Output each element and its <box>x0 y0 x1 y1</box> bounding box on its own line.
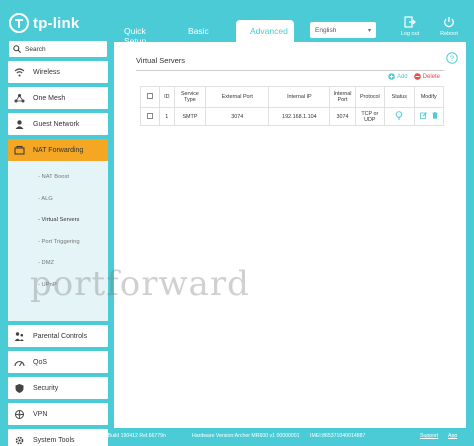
select-all-checkbox[interactable] <box>146 93 153 99</box>
cell-protocol: TCP or UDP <box>354 107 386 126</box>
column-header-status: Status <box>384 86 415 108</box>
sidebar-item-wireless[interactable]: Wireless <box>8 61 108 83</box>
sidebar-item-label: NAT Forwarding <box>33 146 84 154</box>
language-select[interactable]: English ▾ <box>310 22 376 38</box>
row-select-cell <box>140 107 160 126</box>
security-shield-icon <box>15 383 24 393</box>
delete-label: Delete <box>422 73 440 80</box>
app-link[interactable]: App <box>448 433 457 439</box>
sidebar: Search Wireless One Mesh Guest Network N… <box>6 36 110 446</box>
search-input[interactable]: Search <box>8 40 108 58</box>
section-title: Virtual Servers <box>136 56 186 65</box>
tp-link-logo: tp-link <box>8 12 79 34</box>
qos-icon <box>14 360 25 366</box>
nat-forwarding-icon <box>14 145 25 154</box>
edit-icon[interactable] <box>420 112 427 119</box>
column-header-id: ID <box>158 86 175 108</box>
brand-name: tp-link <box>33 14 80 32</box>
submenu-item-virtual-servers[interactable]: - Virtual Servers <box>8 210 108 232</box>
sidebar-item-one-mesh[interactable]: One Mesh <box>8 87 108 109</box>
logout-label: Log out <box>400 31 420 37</box>
submenu-item-dmz[interactable]: - DMZ <box>8 253 108 275</box>
language-value: English <box>315 26 337 34</box>
sidebar-item-label: QoS <box>33 358 48 366</box>
nat-forwarding-submenu: - NAT Boost - ALG - Virtual Servers - Po… <box>8 161 108 321</box>
reboot-button[interactable]: Reboot <box>430 16 468 37</box>
vpn-icon <box>15 409 24 419</box>
table-actions: Add Delete <box>388 73 440 80</box>
cell-internal-ip: 192.168.1.104 <box>268 107 331 126</box>
imei: IMEI:865371040014887 <box>310 433 366 439</box>
sidebar-item-label: Guest Network <box>33 120 80 128</box>
table-row: 1 SMTP 3074 192.168.1.104 3074 TCP or UD… <box>140 107 445 126</box>
virtual-servers-table: ID Service Type External Port Internal I… <box>140 86 445 126</box>
sidebar-item-label: Parental Controls <box>33 332 88 340</box>
add-label: Add <box>396 73 408 80</box>
wifi-icon <box>14 67 25 76</box>
reboot-label: Reboot <box>440 31 458 37</box>
firmware-version: Firmware Version:1.0.0 0.9.1 v0001.0 Bui… <box>20 433 166 439</box>
logout-button[interactable]: Log out <box>391 16 429 37</box>
sidebar-item-nat-forwarding[interactable]: NAT Forwarding <box>8 139 108 161</box>
mesh-icon <box>14 93 25 102</box>
add-button[interactable]: Add <box>388 73 408 80</box>
column-header-service-type: Service Type <box>173 86 207 108</box>
tab-quick-setup[interactable]: Quick Setup <box>114 20 178 46</box>
reboot-icon <box>444 17 454 28</box>
trash-icon[interactable] <box>431 112 438 119</box>
row-checkbox[interactable] <box>146 112 153 119</box>
column-header-modify: Modify <box>413 86 445 108</box>
submenu-item-alg[interactable]: - ALG <box>8 189 108 211</box>
sidebar-item-vpn[interactable]: VPN <box>8 403 108 425</box>
footer: Firmware Version:1.0.0 0.9.1 v0001.0 Bui… <box>6 430 468 442</box>
column-header-internal-port: Internal Port <box>329 86 356 108</box>
submenu-item-upnp[interactable]: - UPnP <box>8 275 108 297</box>
parental-controls-icon <box>14 331 24 341</box>
tp-link-logo-icon <box>9 13 29 33</box>
support-link[interactable]: Support <box>420 433 438 439</box>
search-icon <box>13 45 21 53</box>
guest-network-icon <box>15 119 24 129</box>
sidebar-item-label: Security <box>33 384 59 392</box>
sidebar-item-security[interactable]: Security <box>8 377 108 399</box>
select-all-cell <box>140 86 160 108</box>
section-divider <box>136 70 444 71</box>
status-bulb-icon[interactable] <box>395 111 403 120</box>
tab-basic[interactable]: Basic <box>178 20 236 42</box>
delete-button[interactable]: Delete <box>413 73 440 80</box>
column-header-protocol: Protocol <box>354 86 386 108</box>
tab-advanced[interactable]: Advanced <box>236 20 294 44</box>
chevron-down-icon: ▾ <box>367 27 371 34</box>
cell-id: 1 <box>158 107 175 126</box>
hardware-version: Hardware Version:Archer MR600 v1 0000000… <box>192 433 300 439</box>
cell-modify <box>413 107 445 126</box>
sidebar-menu: Wireless One Mesh Guest Network NAT Forw… <box>6 61 110 446</box>
cell-service-type: SMTP <box>173 107 207 126</box>
add-icon <box>388 73 395 80</box>
cell-internal-port: 3074 <box>329 107 356 126</box>
sidebar-item-parental-controls[interactable]: Parental Controls <box>8 325 108 347</box>
table-header-row: ID Service Type External Port Internal I… <box>140 86 445 108</box>
cell-status <box>384 107 415 126</box>
sidebar-item-label: Wireless <box>33 68 60 76</box>
top-nav-tabs: Quick Setup Basic Advanced <box>114 20 294 46</box>
sidebar-item-qos[interactable]: QoS <box>8 351 108 373</box>
logout-icon <box>404 16 416 28</box>
sidebar-item-label: VPN <box>33 410 48 418</box>
svg-text:?: ? <box>450 54 454 63</box>
sidebar-item-label: One Mesh <box>33 94 66 102</box>
search-placeholder: Search <box>25 45 46 53</box>
delete-icon <box>413 73 421 80</box>
sidebar-item-guest-network[interactable]: Guest Network <box>8 113 108 135</box>
column-header-internal-ip: Internal IP <box>268 86 331 108</box>
submenu-item-port-triggering[interactable]: - Port Triggering <box>8 232 108 254</box>
cell-external-port: 3074 <box>205 107 270 126</box>
submenu-item-nat-boost[interactable]: - NAT Boost <box>8 167 108 189</box>
main-panel: ? Virtual Servers Add Delete ID Service … <box>114 42 466 428</box>
help-icon[interactable]: ? <box>446 52 458 64</box>
column-header-external-port: External Port <box>205 86 270 108</box>
